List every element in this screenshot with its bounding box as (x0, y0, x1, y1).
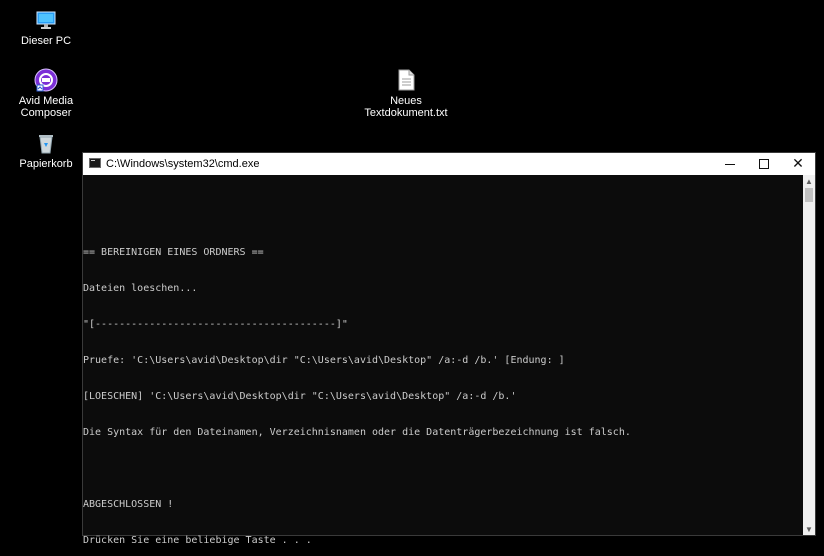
computer-icon (34, 8, 58, 32)
console-output[interactable]: == BEREINIGEN EINES ORDNERS == Dateien l… (83, 175, 803, 546)
window-title: C:\Windows\system32\cmd.exe (106, 158, 260, 170)
text-file-icon (394, 68, 418, 92)
close-button[interactable]: ✕ (781, 153, 815, 175)
scroll-up-arrow-icon[interactable]: ▲ (803, 175, 815, 187)
window-titlebar[interactable]: C:\Windows\system32\cmd.exe ✕ (83, 153, 815, 175)
console-line: [LOESCHEN] 'C:\Users\avid\Desktop\dir "C… (83, 391, 517, 402)
desktop-icon-this-pc[interactable]: Dieser PC (4, 8, 88, 47)
console-line: == BEREINIGEN EINES ORDNERS == (83, 247, 264, 258)
desktop-icon-label: Dieser PC (20, 35, 72, 47)
console-line: "[--------------------------------------… (83, 319, 348, 330)
maximize-icon (759, 159, 769, 169)
scroll-down-arrow-icon[interactable]: ▼ (803, 523, 815, 535)
console-line: Dateien loeschen... (83, 283, 198, 294)
console-line: Pruefe: 'C:\Users\avid\Desktop\dir "C:\U… (83, 355, 565, 366)
desktop-icon-label: Neues Textdokument.txt (364, 95, 448, 119)
close-icon: ✕ (792, 156, 804, 172)
desktop-icon-avid-media-composer[interactable]: Avid Media Composer (4, 68, 88, 119)
cmd-app-icon (89, 158, 101, 168)
avid-app-icon (34, 68, 58, 92)
desktop: Dieser PC Avid Media Composer Papierkorb (0, 0, 824, 556)
console-line: ABGESCHLOSSEN ! (83, 499, 174, 510)
desktop-icon-label: Papierkorb (19, 158, 73, 170)
desktop-icon-text-document[interactable]: Neues Textdokument.txt (364, 68, 448, 119)
maximize-button[interactable] (747, 153, 781, 175)
console-line: Die Syntax für den Dateinamen, Verzeichn… (83, 427, 631, 438)
desktop-icon-recycle-bin[interactable]: Papierkorb (4, 131, 88, 170)
vertical-scrollbar[interactable]: ▲ ▼ (803, 175, 815, 535)
console-line: Drücken Sie eine beliebige Taste . . . (83, 535, 312, 546)
minimize-icon (725, 164, 735, 165)
desktop-icon-label: Avid Media Composer (18, 95, 74, 119)
recycle-bin-icon (34, 131, 58, 155)
minimize-button[interactable] (713, 153, 747, 175)
scrollbar-thumb[interactable] (805, 188, 813, 202)
cmd-window[interactable]: C:\Windows\system32\cmd.exe ✕ == BEREINI… (82, 152, 816, 546)
